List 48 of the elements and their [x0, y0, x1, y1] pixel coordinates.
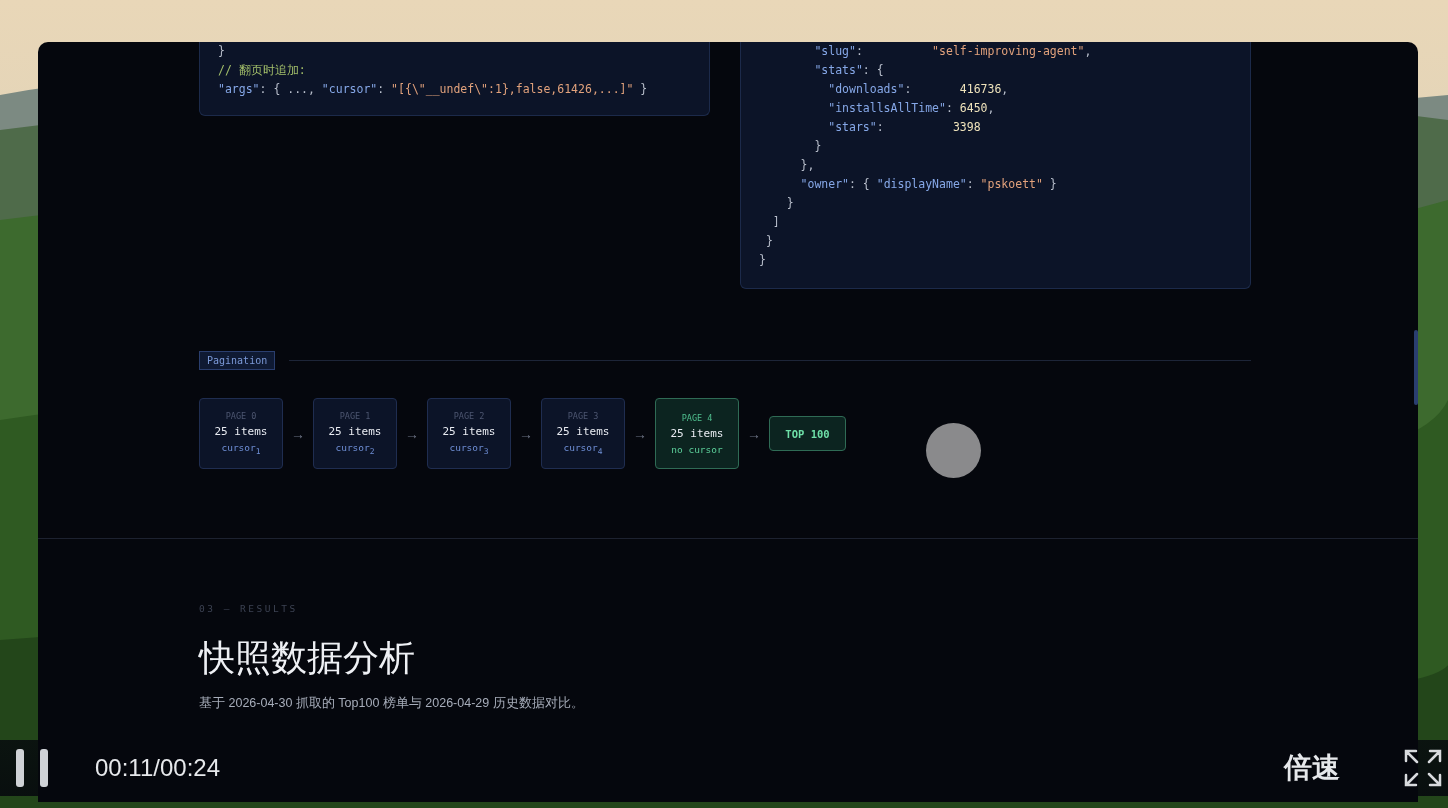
section-number: 03 — RESULTS [199, 603, 299, 614]
code-line: // 翻页时追加: [218, 62, 307, 79]
cursor-label: cursor$_{3}$ [449, 442, 489, 456]
code-line: } [785, 195, 795, 212]
code-line: "stats": { [813, 62, 885, 79]
section-tag: Pagination [199, 351, 276, 370]
item-count: 25 items [328, 425, 382, 439]
playback-time: 00:11/00:24 [95, 754, 220, 782]
arrow-icon: → [746, 425, 762, 442]
item-count: 25 items [214, 425, 268, 439]
result-badge: TOP 100 [769, 416, 846, 451]
pause-icon [16, 749, 48, 787]
arrow-icon: → [290, 425, 306, 442]
arrow-icon: → [404, 425, 420, 442]
code-line: "args": { ..., "cursor": "[{\"__undef\":1},false,61426,...]" } [218, 81, 649, 98]
code-line: "downloads": 416736, [827, 81, 1010, 98]
page-label: PAGE 1 [339, 411, 371, 422]
pause-button[interactable] [16, 749, 48, 787]
touch-indicator [926, 423, 981, 478]
code-line: "slug": "self-improving-agent", [813, 43, 1093, 60]
arrow-icon: → [632, 425, 648, 442]
item-count: 25 items [442, 425, 496, 439]
page-label: PAGE 2 [453, 411, 485, 422]
item-count: 25 items [670, 426, 724, 440]
cursor-label: cursor$_{2}$ [335, 442, 375, 456]
code-line: "owner": { "displayName": "pskoett" } [799, 176, 1058, 193]
code-line: } [813, 138, 823, 155]
speed-button[interactable]: 倍速 [1284, 749, 1340, 787]
page-label: PAGE 3 [567, 411, 599, 422]
cursor-label: cursor$_{4}$ [563, 442, 603, 456]
code-line: } [759, 252, 767, 269]
code-line: } [764, 233, 774, 250]
fullscreen-icon [1404, 749, 1442, 787]
scroll-thumb[interactable] [1414, 330, 1418, 405]
code-line: } [218, 43, 226, 60]
code-line: "installsAllTime": 6450, [827, 100, 996, 117]
code-line: }, [799, 157, 816, 174]
page-label: PAGE 0 [225, 411, 257, 422]
cursor-label: no cursor [671, 443, 723, 455]
code-line: "stars": 3398 [827, 119, 982, 136]
page-label: PAGE 4 [681, 412, 713, 423]
fullscreen-button[interactable] [1404, 749, 1442, 787]
section-title: 快照数据分析 [199, 636, 416, 680]
item-count: 25 items [556, 425, 610, 439]
section-description: 基于 2026-04-30 抓取的 Top100 榜单与 2026-04-29 历史数据对比。 [199, 695, 585, 713]
cursor-label: cursor$_{1}$ [221, 442, 261, 456]
arrow-icon: → [518, 425, 534, 442]
code-line: ] [771, 214, 781, 231]
